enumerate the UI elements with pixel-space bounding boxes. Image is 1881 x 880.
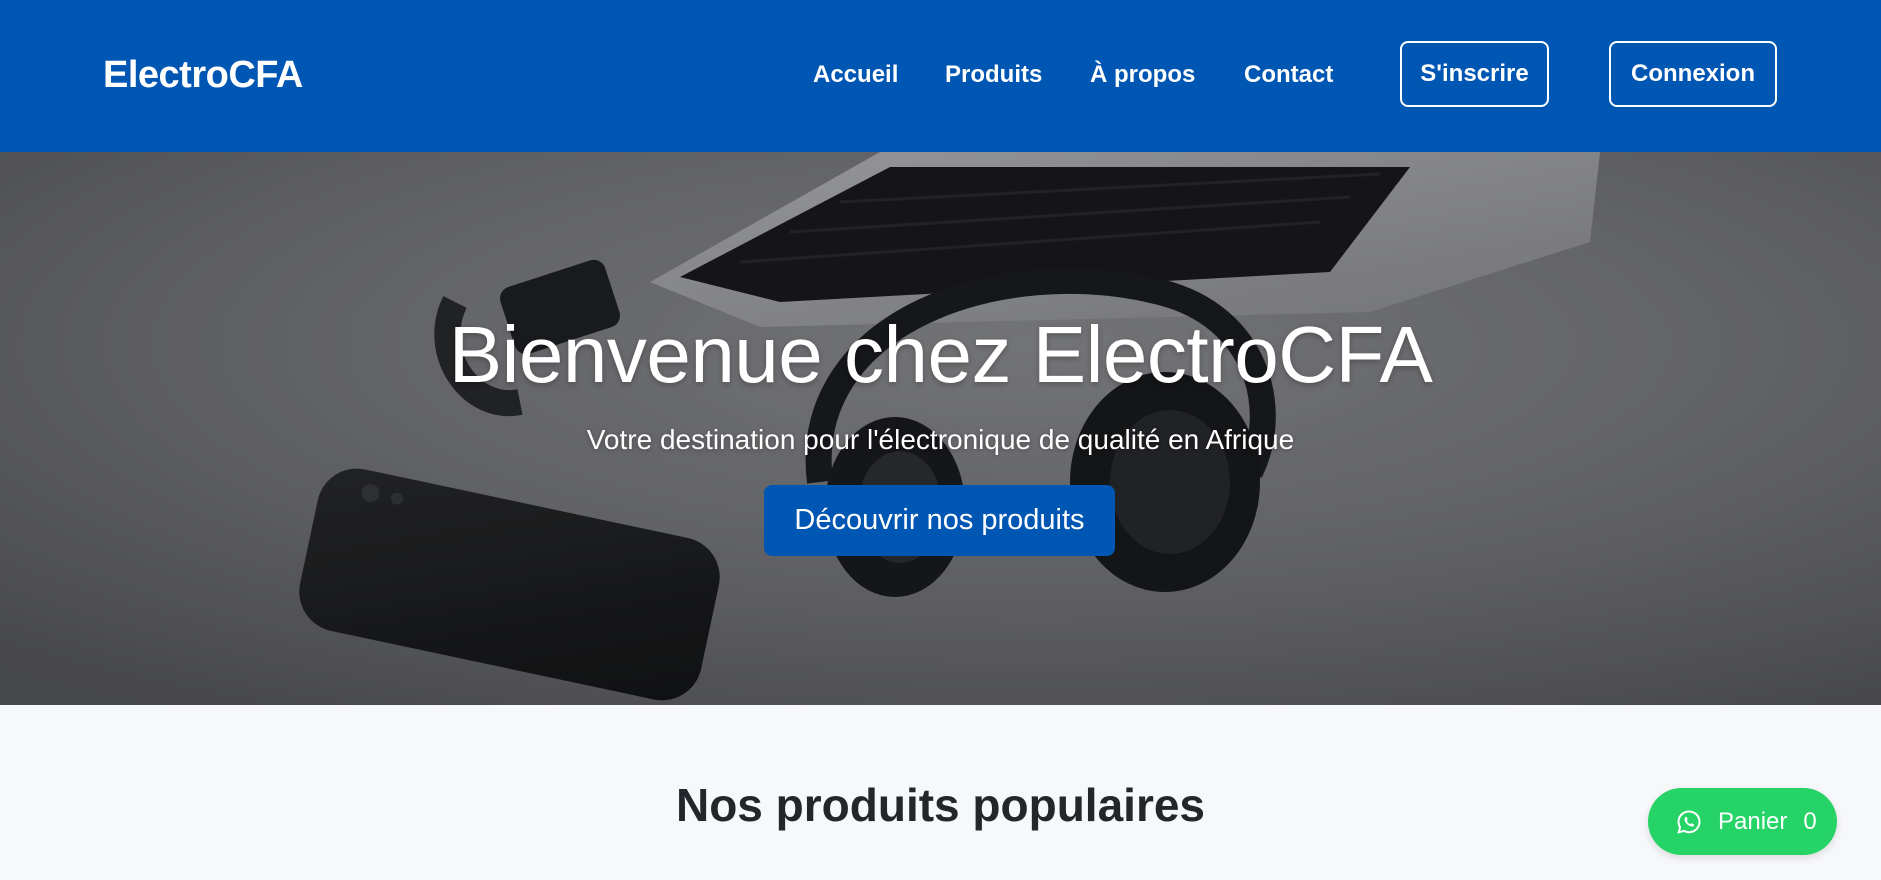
nav-link-contact[interactable]: Contact: [1244, 58, 1333, 92]
whatsapp-icon: [1676, 809, 1702, 835]
login-button[interactable]: Connexion: [1609, 41, 1777, 107]
signup-button[interactable]: S'inscrire: [1400, 41, 1549, 107]
hero-subtitle: Votre destination pour l'électronique de…: [586, 424, 1295, 455]
top-navbar: ElectroCFA Accueil Produits À propos Con…: [0, 0, 1881, 152]
cart-label: Panier: [1718, 807, 1788, 835]
section-title: Nos produits populaires: [675, 779, 1206, 831]
nav-link-accueil[interactable]: Accueil: [813, 58, 898, 92]
cart-button[interactable]: Panier 0: [1648, 788, 1837, 855]
hero-title: Bienvenue chez ElectroCFA: [448, 310, 1433, 399]
nav-link-a-propos[interactable]: À propos: [1090, 58, 1195, 92]
popular-products-section: Nos produits populaires: [0, 705, 1881, 880]
cart-count-badge: 0: [1803, 807, 1817, 835]
brand-logo[interactable]: ElectroCFA: [103, 51, 303, 99]
hero-banner: Bienvenue chez ElectroCFA Votre destinat…: [0, 152, 1881, 705]
discover-products-button[interactable]: Découvrir nos produits: [764, 485, 1115, 556]
nav-link-produits[interactable]: Produits: [945, 58, 1042, 92]
